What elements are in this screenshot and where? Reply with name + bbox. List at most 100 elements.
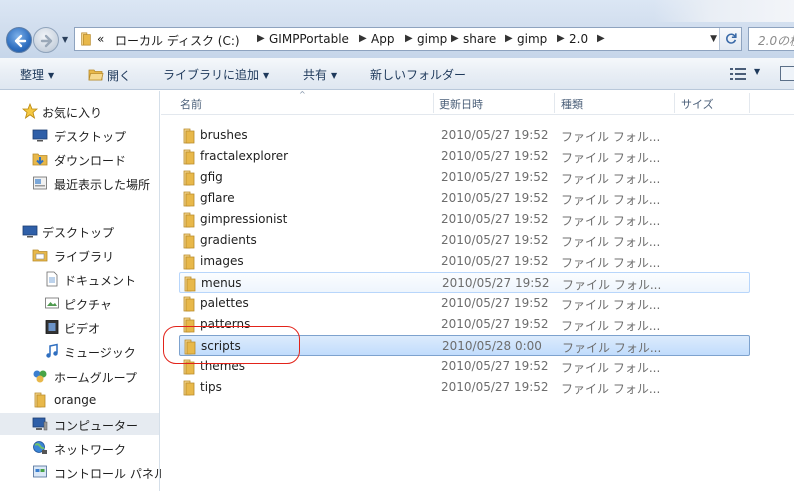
breadcrumb-separator[interactable]: ▶ [257,33,265,44]
file-list: ^ 名前 更新日時 種類 サイズ brushes 2010/05/27 19:52… [161,90,794,491]
file-row-palettes[interactable]: palettes 2010/05/27 19:52 ファイル フォル... [179,293,750,314]
file-name: tips [200,380,222,394]
search-box[interactable]: 2.0の検 [748,27,794,51]
file-row-images[interactable]: images 2010/05/27 19:52 ファイル フォル... [179,251,750,272]
breadcrumb-separator[interactable]: ▶ [505,33,513,44]
column-header-date[interactable]: 更新日時 [439,96,483,112]
file-row-gradients[interactable]: gradients 2010/05/27 19:52 ファイル フォル... [179,230,750,251]
breadcrumb-local-disk[interactable]: ローカル ディスク (C:) [115,32,240,49]
open-button[interactable]: 開く [88,66,131,84]
nav-control-panel-label: コントロール パネル [54,467,166,481]
file-type: ファイル フォル... [562,278,662,292]
breadcrumb-gimp[interactable]: gimp [417,32,447,46]
organize-button[interactable]: 整理 ▼ [20,66,54,83]
folder-icon [183,212,195,228]
sort-ascending-icon: ^ [299,90,306,99]
file-type: ファイル フォル... [561,193,661,207]
file-row-gimpressionist[interactable]: gimpressionist 2010/05/27 19:52 ファイル フォル..… [179,209,750,230]
breadcrumb-separator[interactable]: ▶ [405,33,413,44]
nav-videos[interactable]: ビデオ [0,316,159,338]
nav-network[interactable]: ネットワーク [0,437,159,459]
breadcrumb-separator[interactable]: ▶ [359,33,367,44]
file-date: 2010/05/27 19:52 [441,296,549,310]
nav-pictures[interactable]: ピクチャ [0,292,159,314]
breadcrumb-share[interactable]: share [463,32,496,46]
file-name: gradients [200,233,257,247]
highlight-circle-annotation [163,326,300,364]
view-options-icon[interactable] [730,68,746,80]
nav-downloads[interactable]: ダウンロード [0,148,159,170]
file-row-menus[interactable]: menus 2010/05/27 19:52 ファイル フォル... [179,272,750,293]
folder-icon-wrap [181,254,197,273]
new-folder-button[interactable]: 新しいフォルダー [370,66,466,83]
nav-control-panel[interactable]: コントロール パネル [0,461,166,483]
breadcrumb-separator[interactable]: ▶ [597,33,605,44]
recent-pages-dropdown[interactable]: ▼ [62,35,70,44]
file-row-brushes[interactable]: brushes 2010/05/27 19:52 ファイル フォル... [179,125,750,146]
open-folder-icon [88,69,104,81]
search-placeholder: 2.0の検 [758,34,794,48]
breadcrumb-app[interactable]: App [371,32,394,46]
library-icon [32,249,48,262]
back-arrow-icon [14,34,27,48]
file-row-gflare[interactable]: gflare 2010/05/27 19:52 ファイル フォル... [179,188,750,209]
network-icon [33,441,47,454]
breadcrumb-gimpportable[interactable]: GIMPPortable [269,32,349,46]
file-row-tips[interactable]: tips 2010/05/27 19:52 ファイル フォル... [179,377,750,398]
view-dropdown-icon[interactable]: ▼ [754,67,760,76]
breadcrumb-2-0[interactable]: 2.0 [569,32,588,46]
add-to-library-label: ライブラリに追加 [163,68,260,82]
address-overflow[interactable]: « [97,32,104,46]
refresh-button[interactable] [719,28,741,50]
folder-icon [183,233,195,249]
share-button[interactable]: 共有 ▼ [303,66,337,83]
nav-music[interactable]: ミュージック [0,340,159,362]
nav-network-label: ネットワーク [54,443,127,457]
preview-pane-icon[interactable] [780,66,794,81]
nav-computer[interactable]: コンピューター [0,413,159,435]
back-button[interactable] [6,27,32,53]
nav-pictures-label: ピクチャ [64,298,112,312]
file-date: 2010/05/27 19:52 [441,212,549,226]
column-divider[interactable] [433,93,434,113]
download-folder-icon [32,153,48,166]
nav-computer-label: コンピューター [54,419,139,433]
column-header-type[interactable]: 種類 [561,96,583,112]
nav-documents[interactable]: ドキュメント [0,268,159,290]
column-header-size[interactable]: サイズ [681,96,714,112]
column-divider[interactable] [749,93,750,113]
file-row-gfig[interactable]: gfig 2010/05/27 19:52 ファイル フォル... [179,167,750,188]
column-header-name[interactable]: 名前 [180,96,202,112]
breadcrumb-separator[interactable]: ▶ [451,33,459,44]
homegroup-icon [33,370,47,383]
nav-user-orange[interactable]: orange [0,389,159,411]
file-type: ファイル フォル... [561,319,661,333]
nav-libraries[interactable]: ライブラリ [0,244,159,266]
nav-homegroup[interactable]: ホームグループ [0,365,159,387]
file-row-fractalexplorer[interactable]: fractalexplorer 2010/05/27 19:52 ファイル フォル.… [179,146,750,167]
address-dropdown-icon[interactable]: ▼ [710,34,717,44]
nav-desktop[interactable]: デスクトップ [0,220,159,242]
star-icon [22,103,38,119]
folder-icon [183,380,195,396]
nav-desktop-fav[interactable]: デスクトップ [0,124,159,146]
nav-recent-places[interactable]: 最近表示した場所 [0,172,159,194]
folder-icon-wrap [181,149,197,168]
nav-favorites[interactable]: お気に入り [0,100,159,122]
column-divider[interactable] [674,93,675,113]
address-box[interactable]: « ローカル ディスク (C:) ▶ GIMPPortable ▶ App ▶ … [74,27,742,51]
folder-icon [183,128,195,144]
nav-favorites-label: お気に入り [42,106,103,120]
file-name: menus [201,276,242,290]
breadcrumb-gimp-2[interactable]: gimp [517,32,547,46]
file-type: ファイル フォル... [561,130,661,144]
command-bar: 整理 ▼ 開く ライブラリに追加 ▼ 共有 ▼ 新しいフォルダー ▼ [0,58,794,90]
forward-button[interactable] [33,27,59,53]
breadcrumb-separator[interactable]: ▶ [557,33,565,44]
column-headers: ^ 名前 更新日時 種類 サイズ [161,90,794,115]
chevron-down-icon: ▼ [331,71,338,80]
desktop-icon [32,129,48,142]
documents-icon [46,271,58,287]
column-divider[interactable] [554,93,555,113]
add-to-library-button[interactable]: ライブラリに追加 ▼ [163,66,269,83]
